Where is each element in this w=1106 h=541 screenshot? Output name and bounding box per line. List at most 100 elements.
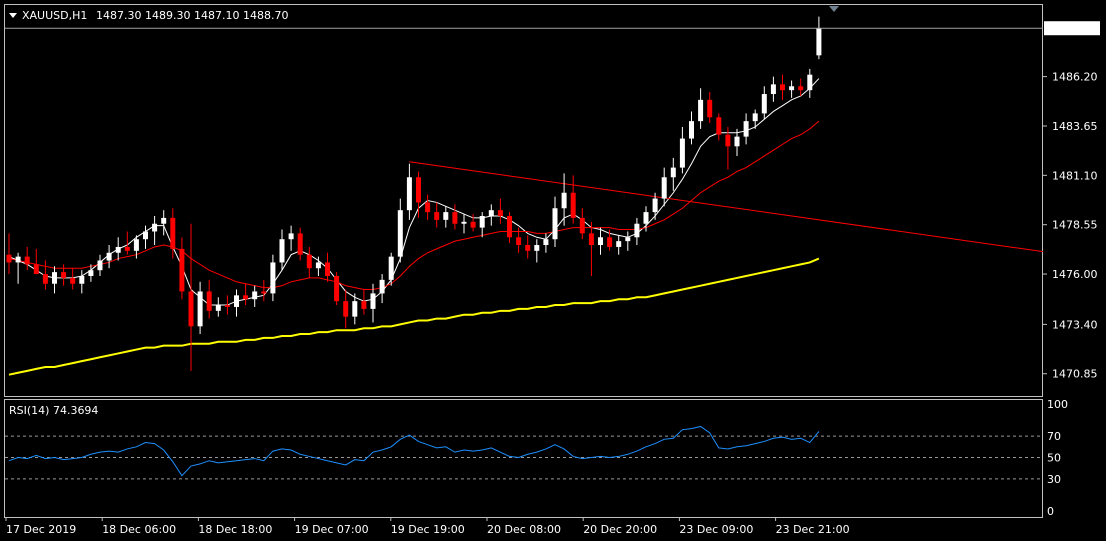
candle-body <box>179 248 185 292</box>
candle-body <box>306 254 312 269</box>
candle-body <box>434 212 440 220</box>
candle-body <box>625 237 631 242</box>
candle-body <box>124 246 130 251</box>
candle-body <box>224 305 230 307</box>
candle-body <box>552 208 558 240</box>
candle-body <box>61 272 67 278</box>
candle-body <box>379 279 385 294</box>
time-tick-label: 18 Dec 18:00 <box>198 523 272 536</box>
time-tick-label: 23 Dec 21:00 <box>776 523 850 536</box>
candle-body <box>470 221 476 228</box>
candle-body <box>534 245 540 251</box>
candle-body <box>634 223 640 238</box>
candle-body <box>252 291 258 300</box>
candle-body <box>297 233 303 255</box>
candle-body <box>652 198 658 213</box>
candle-body <box>70 277 76 284</box>
candle-body <box>780 84 785 91</box>
candle-body <box>106 252 112 261</box>
candle-body <box>161 217 167 224</box>
candle-body <box>370 293 376 309</box>
candle-body <box>52 272 57 284</box>
candle-body <box>325 262 330 276</box>
candle-body <box>807 74 813 91</box>
candle-body <box>115 246 121 253</box>
candle-body <box>234 295 239 307</box>
candle-body <box>406 177 412 211</box>
candle-body <box>343 301 349 317</box>
price-tick-label: 1483.65 <box>1052 120 1098 133</box>
time-tick-label: 19 Dec 19:00 <box>391 523 465 536</box>
candle-body <box>579 217 585 234</box>
candle-body <box>261 291 267 294</box>
candle-body <box>133 239 139 251</box>
candle-body <box>425 202 431 213</box>
time-tick-label: 20 Dec 08:00 <box>487 523 561 536</box>
candle-body <box>315 262 321 269</box>
candle-body <box>789 86 795 91</box>
rsi-title: RSI(14) 74.3694 <box>9 404 98 417</box>
candle-body <box>143 231 148 240</box>
candle-body <box>288 233 294 240</box>
candle-body <box>670 167 676 178</box>
candle-body <box>570 192 576 218</box>
time-tick-label: 19 Dec 07:00 <box>295 523 369 536</box>
candle-body <box>598 237 603 246</box>
candle-body <box>679 138 685 168</box>
candle-body <box>588 233 594 246</box>
candle-body <box>698 99 704 122</box>
candle-body <box>770 84 776 95</box>
candle-body <box>334 275 340 302</box>
candle-body <box>188 291 194 327</box>
time-tick-label: 23 Dec 09:00 <box>679 523 753 536</box>
candle-body <box>197 291 203 327</box>
chart-background <box>0 0 1106 541</box>
price-chart[interactable]: 1488.70 1486.20 1483.65 1481.10 1478.55 1476.… <box>0 0 1106 541</box>
candle-body <box>170 217 176 249</box>
candle-body <box>761 94 767 114</box>
current-price-label: 1488.70 <box>1047 22 1093 35</box>
candle-body <box>397 210 403 257</box>
symbol-label: XAUUSD,H1 <box>22 9 87 22</box>
price-tick-label: 1481.10 <box>1052 169 1098 182</box>
candle-body <box>497 210 503 216</box>
price-tick-label: 1486.20 <box>1052 71 1098 84</box>
candle-body <box>452 212 458 224</box>
rsi-tick-label: 50 <box>1047 452 1061 465</box>
price-tick-label: 1470.85 <box>1052 368 1098 381</box>
price-tick-label: 1473.40 <box>1052 318 1098 331</box>
price-tick-label: 1478.55 <box>1052 219 1098 232</box>
price-tick-label: 1476.00 <box>1052 268 1098 281</box>
rsi-tick-label: 30 <box>1047 473 1061 486</box>
candle-body <box>243 295 249 300</box>
time-tick-label: 20 Dec 20:00 <box>583 523 657 536</box>
candle-body <box>643 212 649 224</box>
rsi-tick-label: 0 <box>1047 505 1054 518</box>
time-tick-label: 17 Dec 2019 <box>6 523 76 536</box>
candle-body <box>616 241 622 247</box>
candle-body <box>24 256 30 265</box>
candle-body <box>79 275 85 284</box>
candle-body <box>734 136 740 147</box>
candle-body <box>42 274 48 284</box>
candle-body <box>152 223 158 232</box>
candle-body <box>215 305 221 311</box>
candle-body <box>743 121 749 137</box>
candle-body <box>725 134 731 147</box>
candle-body <box>707 99 713 118</box>
candle-body <box>525 245 531 251</box>
candle-body <box>352 301 358 317</box>
rsi-tick-label: 70 <box>1047 430 1061 443</box>
candle-body <box>716 117 722 135</box>
candle-body <box>488 210 494 216</box>
candle-body <box>416 177 421 203</box>
candle-body <box>479 215 485 228</box>
candle-body <box>15 256 21 263</box>
candle-body <box>752 113 758 122</box>
candle-body <box>443 212 449 220</box>
candle-body <box>798 86 804 91</box>
candle-body <box>689 121 694 139</box>
candle-body <box>279 239 285 263</box>
candle-body <box>661 177 667 199</box>
candle-body <box>97 260 103 271</box>
